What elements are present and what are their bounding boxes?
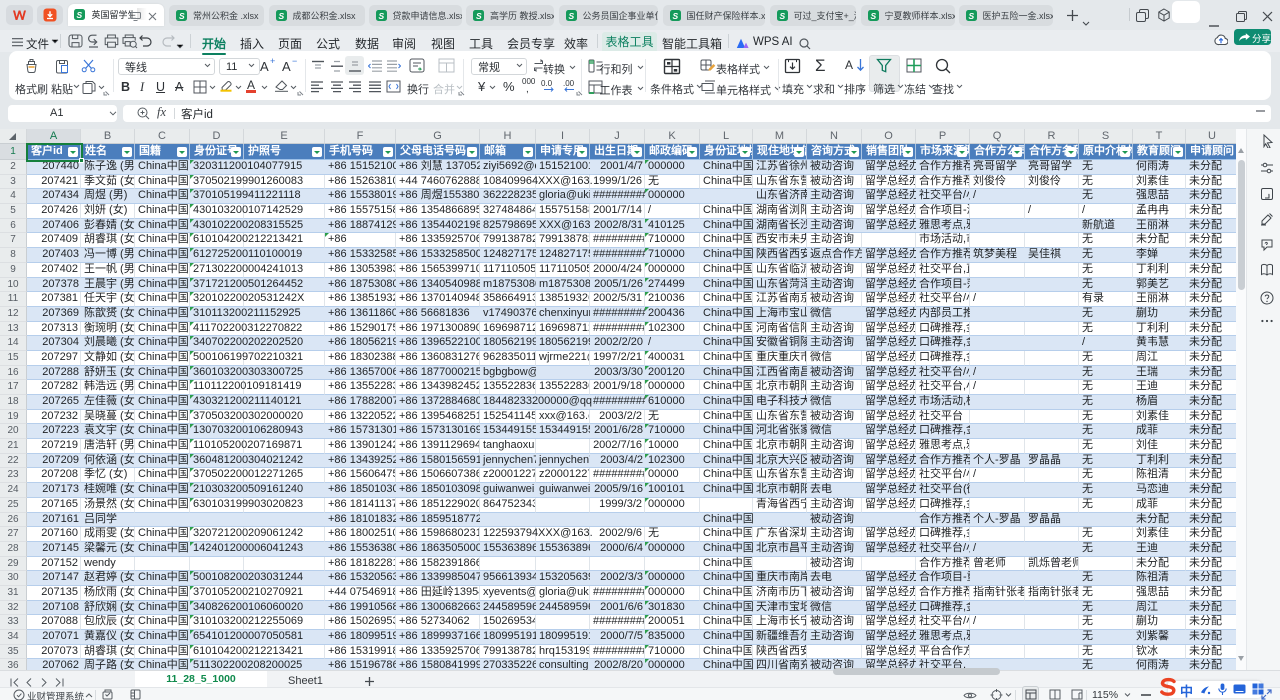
svg-text:0.0: 0.0 <box>541 79 553 88</box>
svg-text:.00: .00 <box>563 79 575 88</box>
